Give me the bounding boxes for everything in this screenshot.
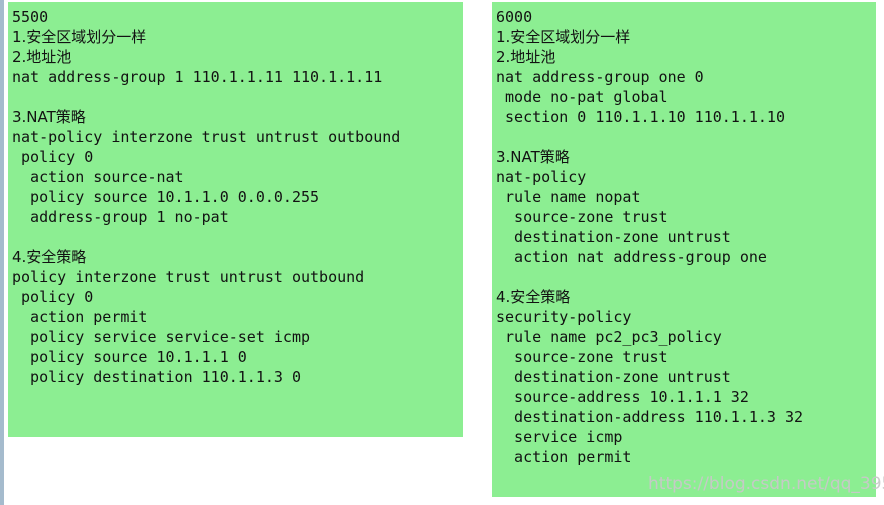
code-line: 1.安全区域划分一样 [12, 28, 147, 46]
left-edge-rule [0, 0, 4, 505]
code-line: source-zone trust [496, 348, 668, 366]
code-line: nat address-group one 0 [496, 68, 704, 86]
code-line: 3.NAT策略 [496, 148, 570, 166]
code-line: address-group 1 no-pat [12, 208, 229, 226]
code-line: rule name pc2_pc3_policy [496, 328, 722, 346]
code-line: policy 0 [12, 148, 94, 166]
code-line: policy source 10.1.1.1 0 [12, 348, 247, 366]
code-line: section 0 110.1.1.10 110.1.1.10 [496, 108, 785, 126]
code-line: 2.地址池 [496, 48, 556, 66]
code-line: 2.地址池 [12, 48, 72, 66]
code-line: 4.安全策略 [496, 288, 571, 306]
code-line: source-address 10.1.1.1 32 [496, 388, 749, 406]
code-line: 3.NAT策略 [12, 108, 86, 126]
code-line: policy interzone trust untrust outbound [12, 268, 365, 286]
code-line: nat-policy [496, 168, 587, 186]
code-line: action nat address-group one [496, 248, 767, 266]
code-line: 4.安全策略 [12, 248, 87, 266]
screenshot-root: 5500 1.安全区域划分一样 2.地址池 nat address-group 1 1… [0, 0, 884, 505]
config-panel-6000: 6000 1.安全区域划分一样 2.地址池 nat address-group one… [492, 2, 876, 497]
code-line: action permit [12, 308, 148, 326]
code-line: destination-address 110.1.1.3 32 [496, 408, 804, 426]
code-line: security-policy [496, 308, 632, 326]
code-line: service icmp [496, 428, 623, 446]
code-line: nat address-group 1 110.1.1.11 110.1.1.1… [12, 68, 383, 86]
code-line: policy destination 110.1.1.3 0 [12, 368, 301, 386]
code-line: source-zone trust [496, 208, 668, 226]
code-line: rule name nopat [496, 188, 641, 206]
code-line: 5500 [12, 8, 49, 26]
code-line: action source-nat [12, 168, 184, 186]
code-line: 6000 [496, 8, 533, 26]
code-line: policy 0 [12, 288, 94, 306]
code-line: policy source 10.1.1.0 0.0.0.255 [12, 188, 320, 206]
code-line: nat-policy interzone trust untrust outbo… [12, 128, 401, 146]
config-panel-5500: 5500 1.安全区域划分一样 2.地址池 nat address-group 1 1… [8, 2, 463, 437]
code-line: 1.安全区域划分一样 [496, 28, 631, 46]
code-line: action permit [496, 448, 632, 466]
code-line: destination-zone untrust [496, 368, 731, 386]
code-line: destination-zone untrust [496, 228, 731, 246]
code-line: policy service service-set icmp [12, 328, 311, 346]
code-line: mode no-pat global [496, 88, 668, 106]
